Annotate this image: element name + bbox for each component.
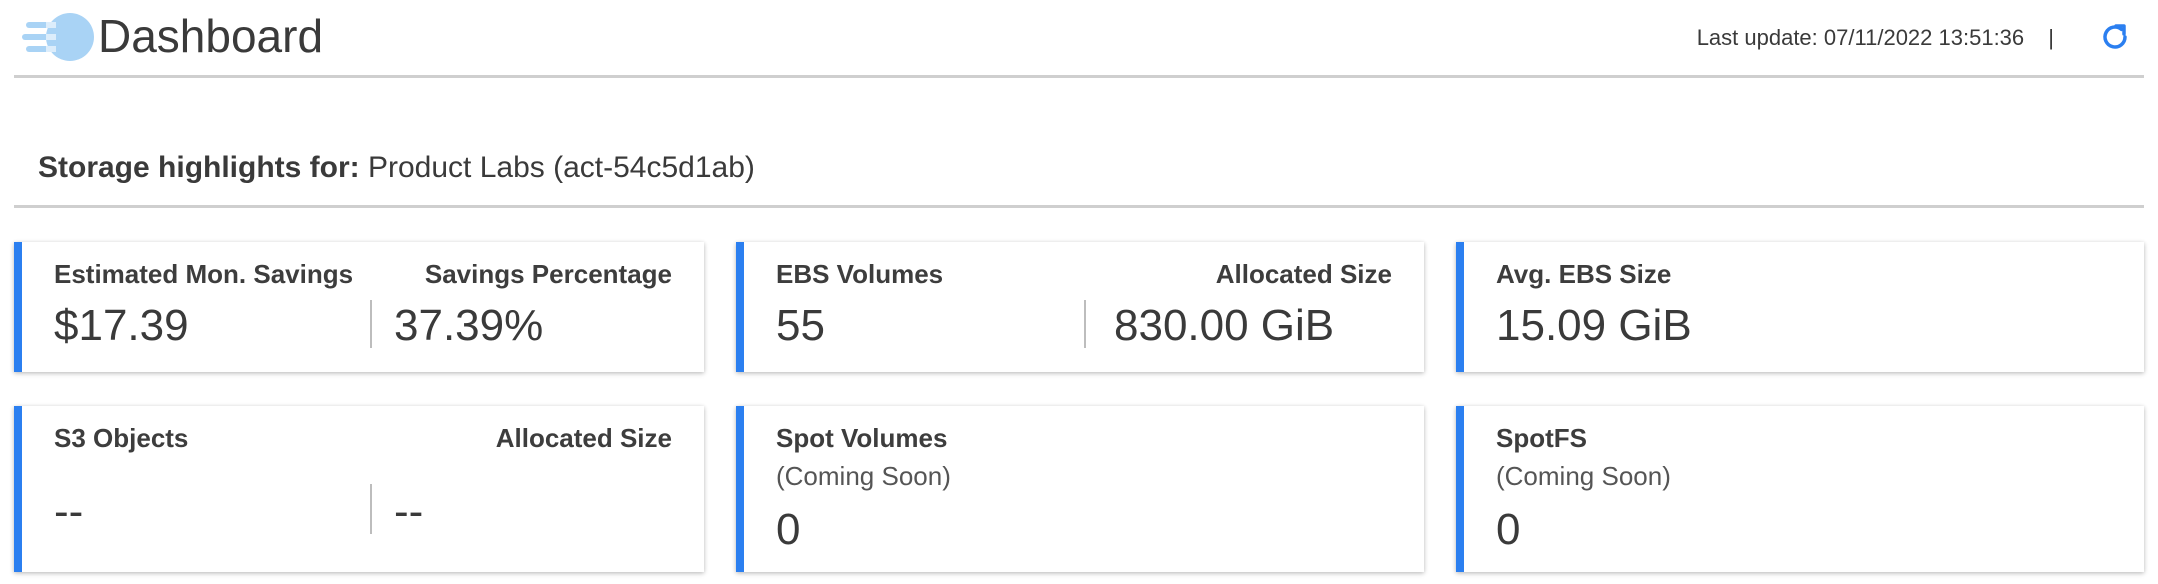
page-header: Dashboard Last update: 07/11/2022 13:51:…	[14, 0, 2144, 78]
savings-percentage-label: Savings Percentage	[424, 259, 672, 289]
storage-highlights-heading: Storage highlights for: Product Labs (ac…	[14, 128, 2144, 208]
spot-volumes-value: 0	[776, 505, 801, 554]
refresh-icon[interactable]	[2096, 18, 2134, 56]
app-logo-icon	[20, 12, 96, 62]
s3-objects-label: S3 Objects	[54, 423, 189, 453]
last-update-value: 07/11/2022 13:51:36	[1823, 25, 2025, 50]
ebs-allocated-size-value: 830.00 GiB	[1114, 301, 1335, 350]
card-divider	[370, 484, 372, 534]
ebs-allocated-size-label: Allocated Size	[1215, 259, 1392, 289]
s3-allocated-size-label: Allocated Size	[495, 423, 672, 453]
spot-volumes-note: (Coming Soon)	[776, 461, 951, 491]
card-divider	[370, 300, 372, 348]
spot-volumes-card: Spot Volumes (Coming Soon) 0	[736, 406, 1424, 572]
avg-ebs-size-value: 15.09 GiB	[1496, 301, 1692, 350]
spotfs-note: (Coming Soon)	[1496, 461, 1671, 491]
estimated-savings-value: $17.39	[54, 301, 189, 350]
page-title: Dashboard	[98, 10, 324, 62]
ebs-volumes-label: EBS Volumes	[776, 259, 944, 289]
s3-objects-value: --	[54, 487, 84, 536]
last-update-label: Last update:	[1696, 25, 1818, 50]
avg-ebs-size-label: Avg. EBS Size	[1496, 259, 1672, 289]
s3-allocated-size-value: --	[394, 487, 424, 536]
spotfs-value: 0	[1496, 505, 1521, 554]
card-divider	[1084, 300, 1086, 348]
spot-volumes-label: Spot Volumes	[776, 423, 948, 453]
header-separator: |	[2048, 25, 2054, 50]
spotfs-label: SpotFS	[1496, 423, 1587, 453]
spotfs-card: SpotFS (Coming Soon) 0	[1456, 406, 2144, 572]
s3-objects-card: S3 Objects -- Allocated Size --	[14, 406, 704, 572]
highlights-label: Storage highlights for:	[38, 151, 360, 184]
estimated-savings-label: Estimated Mon. Savings	[54, 259, 354, 289]
dashboard-page: Dashboard Last update: 07/11/2022 13:51:…	[0, 0, 2158, 584]
savings-card: Estimated Mon. Savings $17.39 Savings Pe…	[14, 242, 704, 372]
ebs-volumes-card: EBS Volumes 55 Allocated Size 830.00 GiB	[736, 242, 1424, 372]
ebs-volumes-value: 55	[776, 301, 825, 350]
savings-percentage-value: 37.39%	[394, 301, 544, 350]
last-update: Last update: 07/11/2022 13:51:36 |	[1697, 24, 2054, 52]
highlights-account: Product Labs (act-54c5d1ab)	[368, 151, 755, 184]
avg-ebs-size-card: Avg. EBS Size 15.09 GiB	[1456, 242, 2144, 372]
